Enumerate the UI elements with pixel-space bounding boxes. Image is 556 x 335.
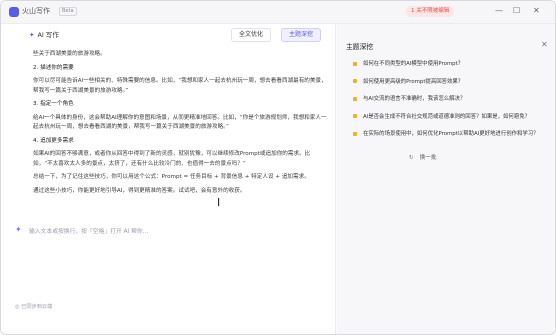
- app-window: 火山写作 Beta 1 关不限被编辑 — ☐ ✕ ✦ AI 写作 全文优化 主题深…: [0, 0, 556, 335]
- question-item[interactable]: 在实际的场景使用中，如何优化Prompt以帮助AI更好地进行创作和学习？: [353, 129, 553, 147]
- sparkle-icon: ✦: [29, 31, 35, 39]
- refresh-label: 换一批: [419, 155, 437, 161]
- refresh-button[interactable]: ↻ 换一批: [409, 153, 436, 161]
- bullet-icon: [353, 96, 357, 101]
- doc-paragraph: 通过这些小技巧，你能更好地引导AI，得到更精准的答案。试试吧，会有意外的收获。: [33, 187, 246, 194]
- theme-deep-dive-button[interactable]: 主题深挖: [281, 28, 322, 42]
- sync-status: ◎ 已同步到云端: [15, 304, 53, 310]
- refresh-icon: ↻: [409, 155, 414, 161]
- bullet-icon: [353, 131, 357, 136]
- question-item[interactable]: 与AI交流的语言不准确时，我该怎么解决？: [353, 94, 553, 112]
- minimize-icon[interactable]: —: [495, 6, 503, 16]
- question-list: 如何在不同类型的AI模型中使用Prompt？ 如何使用更高级的Prompt提高回…: [353, 59, 553, 147]
- theme-panel: 主题深挖 ✕ 如何在不同类型的AI模型中使用Prompt？ 如何使用更高级的Pr…: [337, 24, 555, 334]
- question-item[interactable]: 如何使用更高级的Prompt提高回答效果？: [353, 77, 553, 95]
- ai-write-label: AI 写作: [37, 31, 59, 39]
- doc-paragraph: 总结一下，为了记住这些技巧，你可以用这个公式：Prompt = 任务目标 + 背…: [33, 174, 310, 181]
- doc-heading: 4. 追加更多需求: [33, 137, 74, 144]
- app-logo-icon: [9, 7, 19, 17]
- prompt-placeholder: 输入文本或按换行，按「空格」打开 AI 帮你...: [29, 229, 149, 235]
- question-text: 在实际的场景使用中，如何优化Prompt以帮助AI更好地进行创作和学习？: [363, 131, 539, 138]
- panel-close-icon[interactable]: ✕: [541, 40, 548, 49]
- editor-pane: ✦ AI 写作 全文优化 主题深挖 些关于西湖美景的旅游攻略。 2. 描述你的需要…: [1, 24, 335, 334]
- doc-paragraph: 你可以尽可能告诉AI一些相关的、特殊需要的信息。比如，“我想和家人一起去杭州玩一…: [33, 78, 327, 94]
- app-name: 火山写作: [22, 7, 50, 15]
- question-text: AI是否会生成不符合社交规范或道德准则的回答？如果是，如何避免？: [363, 113, 530, 120]
- promo-badge[interactable]: 1 关不限被编辑: [406, 6, 455, 17]
- bullet-icon: [353, 79, 357, 84]
- pane-divider[interactable]: [335, 24, 336, 334]
- polish-all-button[interactable]: 全文优化: [231, 28, 272, 42]
- question-text: 与AI交流的语言不准确时，我该怎么解决？: [363, 96, 466, 103]
- sparkle-icon: ✦: [15, 225, 22, 234]
- doc-paragraph: 如果AI的回答不够满意，或者你从回答中得到了新的灵感，就别犹豫，可以继续修改Pr…: [33, 151, 311, 167]
- editor-toolbar: ✦ AI 写作 全文优化 主题深挖: [1, 24, 335, 44]
- question-text: 如何使用更高级的Prompt提高回答效果？: [363, 78, 464, 85]
- document-body[interactable]: 些关于西湖美景的旅游攻略。 2. 描述你的需要 你可以尽可能告诉AI一些相关的、…: [33, 50, 329, 201]
- doc-paragraph: 些关于西湖美景的旅游攻略。: [33, 51, 106, 57]
- doc-heading: 2. 描述你的需要: [33, 64, 74, 71]
- doc-paragraph: 给AI一个具体的身份，这会帮助AI理解你的意图和场景，从而更精准地回答。比如，“…: [33, 114, 327, 131]
- title-bar: 火山写作 Beta 1 关不限被编辑 — ☐ ✕: [1, 1, 555, 24]
- question-item[interactable]: AI是否会生成不符合社交规范或道德准则的回答？如果是，如何避免？: [353, 112, 553, 130]
- panel-title: 主题深挖: [346, 43, 374, 51]
- close-window-icon[interactable]: ✕: [533, 6, 540, 16]
- question-text: 如何在不同类型的AI模型中使用Prompt？: [363, 61, 464, 67]
- doc-heading: 3. 指定一个角色: [33, 101, 74, 108]
- ai-prompt-input[interactable]: ✦ 输入文本或按换行，按「空格」打开 AI 帮你...: [15, 222, 321, 238]
- question-item[interactable]: 如何在不同类型的AI模型中使用Prompt？: [353, 59, 553, 77]
- maximize-icon[interactable]: ☐: [513, 6, 520, 16]
- bullet-icon: [353, 114, 357, 119]
- beta-badge: Beta: [59, 7, 77, 16]
- bullet-icon: [353, 61, 357, 66]
- text-cursor-icon: I: [217, 196, 221, 209]
- ai-write-button[interactable]: ✦ AI 写作: [29, 29, 59, 39]
